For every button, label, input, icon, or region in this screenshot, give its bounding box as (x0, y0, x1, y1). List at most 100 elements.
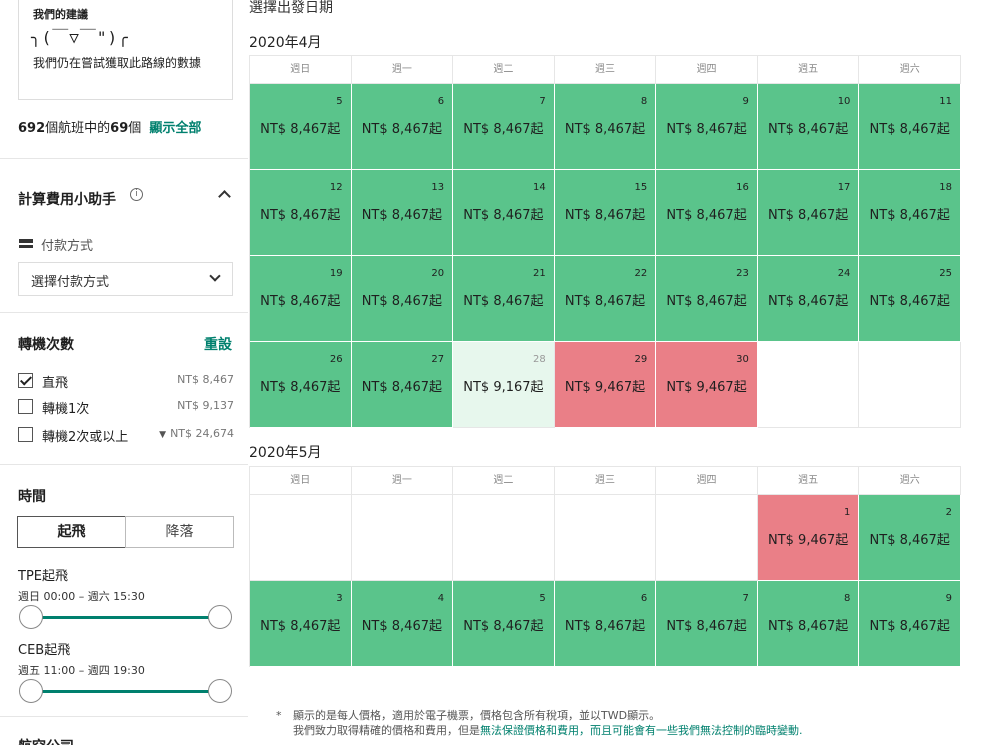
calendar-day-cell[interactable]: 22 NT$ 8,467起 (554, 256, 657, 342)
calendar-day-cell[interactable]: 5 NT$ 8,467起 (250, 84, 352, 170)
day-price: NT$ 8,467起 (666, 122, 747, 137)
range-sub-tpe: 週日 00:00 – 週六 15:30 (18, 590, 145, 603)
stop-option-label: 轉機1次 (42, 402, 90, 417)
show-all-link[interactable]: 顯示全部 (149, 121, 201, 136)
day-number: 20 (431, 268, 445, 279)
range-sub-ceb: 週五 11:00 – 週四 19:30 (18, 664, 145, 677)
footnote-star: * (276, 709, 282, 722)
calendar-day-cell[interactable]: 9 NT$ 8,467起 (859, 581, 961, 667)
stop-option-direct[interactable]: 直飛 NT$ 8,467 (18, 372, 234, 392)
chevron-up-icon[interactable] (218, 190, 231, 203)
day-number: 26 (329, 354, 343, 365)
slider-handle-end[interactable] (208, 679, 232, 703)
calendar-day-cell[interactable]: 12 NT$ 8,467起 (250, 170, 352, 256)
flight-shown: 69 (110, 121, 129, 136)
slider-handle-start[interactable] (19, 679, 43, 703)
tab-arrive[interactable]: 降落 (125, 516, 234, 548)
payment-method-select[interactable]: 選擇付款方式 (18, 262, 233, 296)
slider-handle-start[interactable] (19, 605, 43, 629)
day-number: 4 (437, 593, 445, 604)
calendar-day-cell[interactable]: 10 NT$ 8,467起 (757, 84, 860, 170)
flight-count-text2: 個 (128, 121, 142, 136)
calendar-day-cell[interactable]: 7 NT$ 8,467起 (656, 581, 758, 667)
day-number: 21 (532, 268, 546, 279)
calendar-day-cell[interactable]: 6 NT$ 8,467起 (554, 581, 657, 667)
day-price: NT$ 8,467起 (869, 122, 950, 137)
weekday-header: 週一 (351, 467, 454, 495)
day-price: NT$ 8,467起 (666, 619, 747, 634)
suggestion-title: 我們的建議 (33, 8, 88, 21)
weekday-header: 週六 (859, 467, 961, 495)
calendar-day-cell[interactable]: 30 NT$ 9,467起 (656, 342, 758, 428)
direct-checkbox[interactable] (18, 373, 33, 388)
calendar-day-cell[interactable]: 3 NT$ 8,467起 (250, 581, 352, 667)
calculator-title: 計算費用小助手 (18, 192, 116, 208)
month-label-april: 2020年4月 (249, 35, 322, 51)
one-stop-checkbox[interactable] (18, 399, 33, 414)
weekday-header: 週四 (656, 467, 758, 495)
calendar-day-cell[interactable]: 11 NT$ 8,467起 (859, 84, 961, 170)
calendar-day-cell[interactable]: 14 NT$ 8,467起 (453, 170, 555, 256)
calendar-day-cell[interactable]: 21 NT$ 8,467起 (453, 256, 555, 342)
calendar-day-cell[interactable]: 7 NT$ 8,467起 (453, 84, 555, 170)
calendar-day-cell[interactable]: 8 NT$ 8,467起 (757, 581, 860, 667)
stop-option-two-plus[interactable]: 轉機2次或以上 ▼ NT$ 24,674 (18, 426, 234, 446)
day-price: NT$ 9,467起 (666, 380, 747, 395)
calendar-empty-cell (656, 495, 758, 581)
calendar-empty-cell (453, 495, 555, 581)
weekday-header: 週一 (351, 56, 454, 84)
reset-stops-button[interactable]: 重設 (204, 334, 232, 354)
divider (0, 158, 248, 159)
time-slider-track[interactable] (30, 616, 220, 619)
calendar-day-cell[interactable]: 16 NT$ 8,467起 (656, 170, 758, 256)
calendar-day-cell[interactable]: 6 NT$ 8,467起 (351, 84, 454, 170)
calendar-day-cell[interactable]: 1 NT$ 9,467起 (757, 495, 860, 581)
divider (0, 312, 248, 313)
calendar-day-cell[interactable]: 17 NT$ 8,467起 (757, 170, 860, 256)
calendar-day-cell[interactable]: 2 NT$ 8,467起 (859, 495, 961, 581)
day-number: 6 (640, 593, 648, 604)
stop-option-one-stop[interactable]: 轉機1次 NT$ 9,137 (18, 398, 234, 418)
divider (0, 716, 248, 717)
time-slider-track[interactable] (30, 690, 220, 693)
suggestion-emoticon: ╮(￣▽￣")╭ (31, 28, 129, 47)
calendar-day-cell[interactable]: 5 NT$ 8,467起 (453, 581, 555, 667)
day-number: 19 (329, 268, 343, 279)
day-price: NT$ 8,467起 (869, 619, 950, 634)
weekday-header: 週六 (859, 56, 961, 84)
day-price: NT$ 8,467起 (361, 619, 442, 634)
calendar-day-cell[interactable]: 23 NT$ 8,467起 (656, 256, 758, 342)
footnote-link[interactable]: 無法保證價格和費用，而且可能會有一些我們無法控制的臨時變動. (480, 724, 803, 737)
flight-count: 692個航班中的69個 顯示全部 (18, 117, 201, 136)
calendar-day-cell[interactable]: 9 NT$ 8,467起 (656, 84, 758, 170)
day-number: 15 (634, 182, 648, 193)
day-price: NT$ 9,467起 (767, 533, 849, 548)
calendar-day-cell[interactable]: 4 NT$ 8,467起 (351, 581, 454, 667)
weekday-header: 週日 (250, 467, 352, 495)
calendar-day-cell[interactable]: 24 NT$ 8,467起 (757, 256, 860, 342)
day-price: NT$ 8,467起 (260, 208, 341, 223)
stop-option-price: NT$ 9,137 (177, 399, 234, 412)
slider-handle-end[interactable] (208, 605, 232, 629)
day-number: 11 (939, 96, 952, 107)
calendar-day-cell[interactable]: 13 NT$ 8,467起 (351, 170, 454, 256)
day-number: 8 (844, 593, 851, 604)
calendar-day-cell[interactable]: 19 NT$ 8,467起 (250, 256, 352, 342)
calendar-day-cell[interactable]: 28 NT$ 9,167起 (453, 342, 555, 428)
stop-option-label: 轉機2次或以上 (42, 430, 129, 445)
calendar-day-cell[interactable]: 29 NT$ 9,467起 (554, 342, 657, 428)
calendar-day-cell[interactable]: 20 NT$ 8,467起 (351, 256, 454, 342)
calendar-day-cell[interactable]: 26 NT$ 8,467起 (250, 342, 352, 428)
info-icon[interactable]: i (130, 188, 143, 201)
calendar-day-cell[interactable]: 25 NT$ 8,467起 (859, 256, 961, 342)
footnote-line2-text: 我們致力取得精確的價格和費用，但是 (293, 724, 480, 737)
calendar-day-cell[interactable]: 18 NT$ 8,467起 (859, 170, 961, 256)
calendar-day-cell[interactable]: 8 NT$ 8,467起 (554, 84, 657, 170)
tab-depart[interactable]: 起飛 (17, 516, 126, 548)
calendar-day-cell[interactable]: 27 NT$ 8,467起 (351, 342, 454, 428)
range-title-tpe: TPE起飛 (18, 569, 68, 584)
two-plus-checkbox[interactable] (18, 427, 33, 442)
calendar-day-cell[interactable]: 15 NT$ 8,467起 (554, 170, 657, 256)
calendar-heading: 選擇出發日期 (249, 0, 333, 16)
calendar-empty-cell (859, 342, 961, 428)
